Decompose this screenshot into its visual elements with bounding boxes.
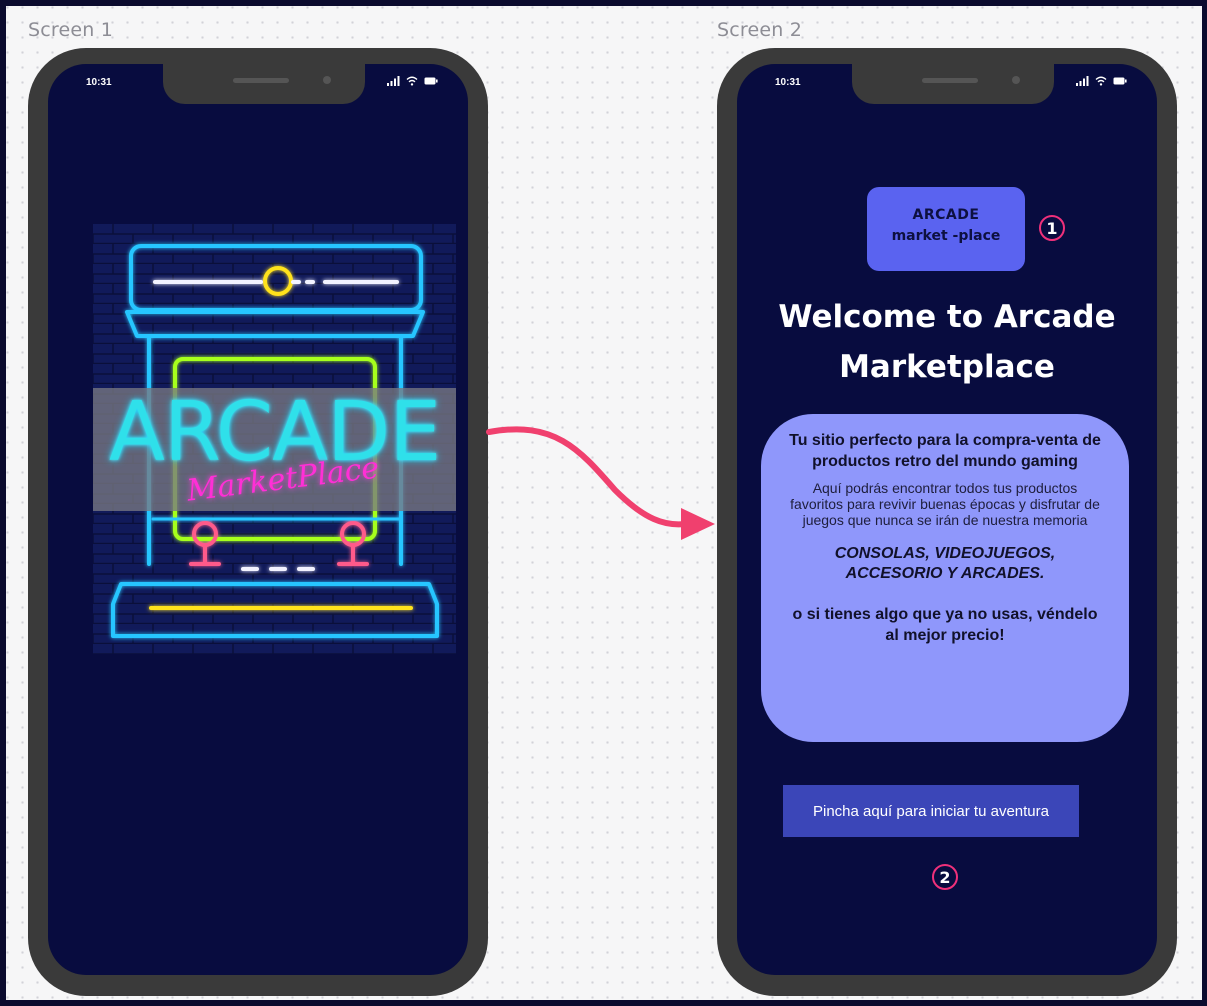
phone-notch xyxy=(852,64,1054,104)
flow-arrow-icon xyxy=(486,426,715,540)
product-categories: CONSOLAS, VIDEOJUEGOS, ACCESORIO Y ARCAD… xyxy=(834,545,1056,582)
arcade-logo[interactable]: ARCADE market -place xyxy=(867,187,1025,271)
screen-2-label: Screen 2 xyxy=(717,19,803,41)
status-icons xyxy=(387,76,438,86)
intro-description: Aquí podrás encontrar todos tus producto… xyxy=(790,480,1100,528)
phone-frame-screen-2[interactable]: 10:31 ARCADE market -place 1 Welcome to … xyxy=(717,48,1177,996)
step-badge-1: 1 xyxy=(1039,215,1065,241)
camera-dot xyxy=(1012,76,1020,84)
intro-card: Tu sitio perfecto para la compra-venta d… xyxy=(761,414,1129,742)
screen-2-display: 10:31 ARCADE market -place 1 Welcome to … xyxy=(737,64,1157,975)
sell-message: o si tienes algo que ya no usas, véndelo… xyxy=(792,606,1098,644)
speaker-grille xyxy=(922,78,978,83)
arcade-neon-artwork: ARCADE MarketPlace xyxy=(93,224,456,654)
start-adventure-button[interactable]: Pincha aquí para iniciar tu aventura xyxy=(783,785,1079,837)
signal-icon xyxy=(1076,76,1089,86)
wifi-icon xyxy=(1095,76,1107,86)
screen-1-label: Screen 1 xyxy=(28,19,114,41)
status-time: 10:31 xyxy=(775,77,801,88)
phone-notch xyxy=(163,64,365,104)
step-badge-2: 2 xyxy=(932,864,958,890)
phone-frame-screen-1[interactable]: 10:31 ARCADE MarketPlace xyxy=(28,48,488,996)
logo-line-1: ARCADE xyxy=(912,207,980,223)
signal-icon xyxy=(387,76,400,86)
battery-icon xyxy=(1113,77,1127,85)
screen-1-display: 10:31 ARCADE MarketPlace xyxy=(48,64,468,975)
arcade-title-banner: ARCADE MarketPlace xyxy=(93,388,456,511)
intro-tagline: Tu sitio perfecto para la compra-venta d… xyxy=(789,432,1101,470)
welcome-heading: Welcome to Arcade Marketplace xyxy=(778,299,1116,385)
status-icons xyxy=(1076,76,1127,86)
wifi-icon xyxy=(406,76,418,86)
camera-dot xyxy=(323,76,331,84)
speaker-grille xyxy=(233,78,289,83)
logo-line-2: market -place xyxy=(891,228,1001,244)
battery-icon xyxy=(424,77,438,85)
status-time: 10:31 xyxy=(86,77,112,88)
